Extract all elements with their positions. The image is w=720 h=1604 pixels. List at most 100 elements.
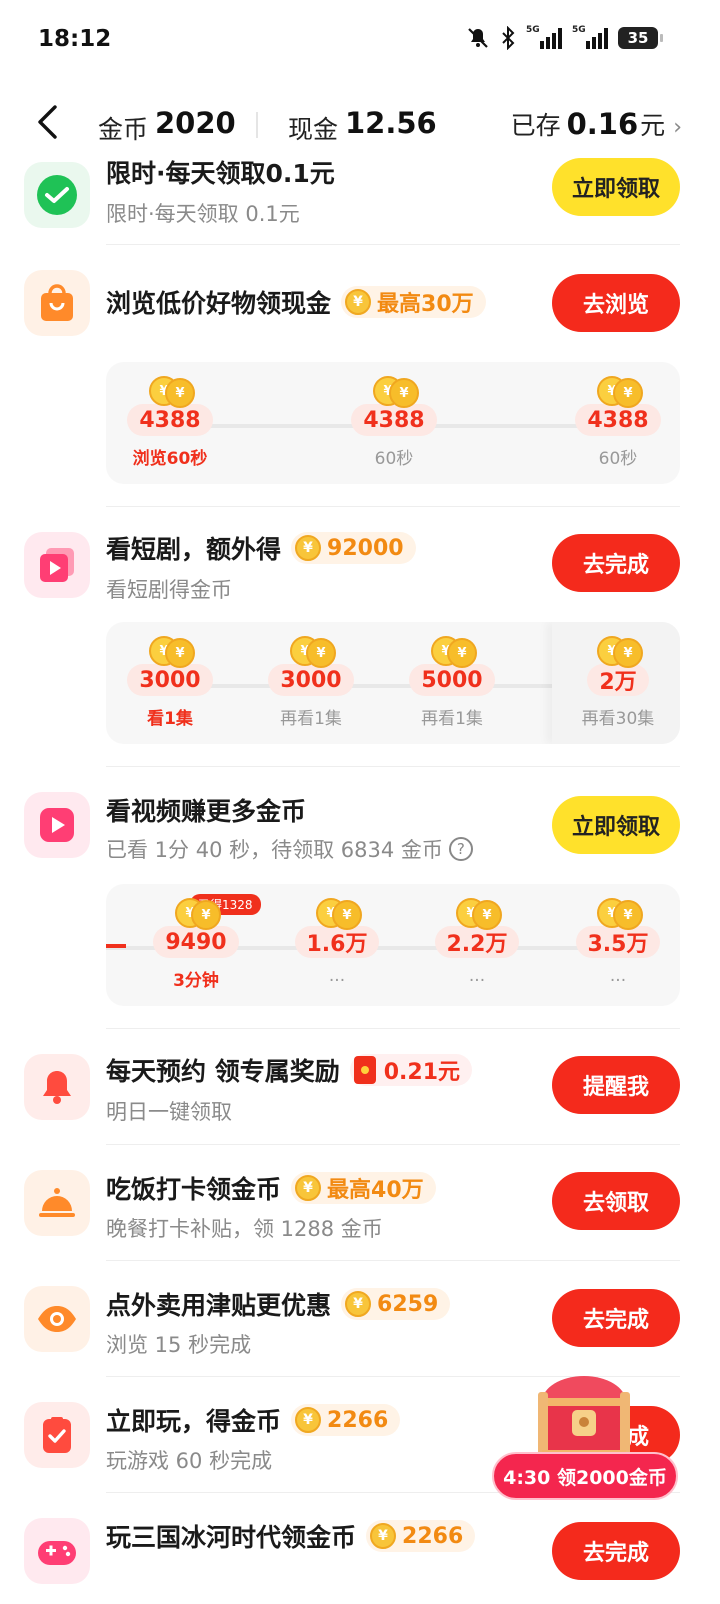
task-title-row: 浏览低价好物领现金 ¥ 最高30万 (106, 284, 486, 320)
progress-node: ¥ ¥ 4388 60秒 (349, 374, 439, 469)
coin-icon: ¥ (295, 1407, 322, 1433)
reward-pill: ¥92000 (291, 532, 416, 564)
task-title-row: 玩三国冰河时代领金币 ¥2266 (106, 1518, 476, 1554)
red-envelope-icon (353, 1056, 376, 1084)
task-title-row: 每天预约 领专属奖励 0.21元 (106, 1052, 472, 1088)
task-title: 浏览低价好物领现金 (106, 289, 332, 318)
task-title: 点外卖用津贴更优惠 (106, 1291, 332, 1320)
go-browse-button[interactable]: 去浏览 (552, 274, 680, 332)
task-subtitle: 浏览 15 秒完成 (106, 1333, 252, 1357)
coins-value: 2020 (155, 106, 236, 140)
claim-now-button[interactable]: 立即领取 (552, 158, 680, 216)
coins-icon: ¥ ¥ (450, 896, 504, 930)
progress-panel: ¥ ¥ 3000 看1集 ¥ ¥ 3000 再看1集 ¥ ¥ 5000 再看1集 ¥ ¥… (106, 622, 680, 744)
coins-icon: ¥ ¥ (591, 374, 645, 408)
node-label: 浏览60秒 (132, 449, 208, 469)
node-label: 看1集 (147, 709, 193, 729)
network-type-2: 5G (572, 25, 586, 35)
coins-icon: ¥ ¥ (310, 896, 364, 930)
complete-button[interactable]: 去完成 (552, 1289, 680, 1347)
shopping-bag-icon (24, 270, 90, 336)
reward-pill: ¥6259 (341, 1288, 451, 1320)
header-divider (256, 112, 258, 138)
progress-node: ¥ ¥ 9490 3分钟 (151, 896, 241, 991)
battery-icon: 35 (618, 27, 663, 49)
coin-icon: ¥ (345, 1291, 372, 1317)
progress-fill (106, 944, 126, 948)
reward-amount: 92000 (327, 535, 404, 561)
reward-pill: ¥ 最高40万 (291, 1172, 436, 1204)
complete-button[interactable]: 去完成 (552, 1522, 680, 1580)
reward-pill: 0.21元 (349, 1054, 472, 1086)
eye-icon (24, 1286, 90, 1352)
cash-label: 现金 (288, 115, 339, 144)
back-arrow-icon[interactable] (36, 104, 58, 140)
go-claim-button[interactable]: 去领取 (552, 1172, 680, 1230)
video-play-icon (24, 792, 90, 858)
divider (106, 244, 680, 245)
coin-icon: ¥ (370, 1523, 397, 1549)
coins-icon: ¥ ¥ (143, 374, 197, 408)
claim-now-button[interactable]: 立即领取 (552, 796, 680, 854)
saved-value: 0.16 (566, 107, 639, 141)
status-time: 18:12 (38, 26, 112, 52)
progress-node: ¥ ¥ 5000 再看1集 (407, 634, 497, 729)
node-label: ... (609, 966, 627, 986)
help-icon[interactable]: ? (448, 837, 473, 861)
dining-cloche-icon (24, 1170, 90, 1236)
progress-node: ¥ ¥ 4388 60秒 (573, 374, 663, 469)
treasure-chest-icon[interactable] (528, 1372, 640, 1464)
coins-icon: ¥ ¥ (367, 374, 421, 408)
node-label: ... (328, 966, 346, 986)
task-subtitle: 明日一键领取 (106, 1100, 232, 1124)
progress-node: ¥ ¥ 3.5万 ... (573, 896, 663, 986)
progress-node: ¥ ¥ 3000 看1集 (125, 634, 215, 729)
complete-button[interactable]: 去完成 (552, 534, 680, 592)
task-title-row: 吃饭打卡领金币 ¥ 最高40万 (106, 1170, 436, 1206)
task-subtitle-row: 已看 1分 40 秒，待领取 6834 金币 ? (106, 834, 473, 864)
progress-track (170, 684, 570, 688)
signal-1-icon: 5G (526, 25, 562, 49)
wechat-icon (24, 162, 90, 228)
node-value: 3000 (268, 664, 354, 696)
remind-me-button[interactable]: 提醒我 (552, 1056, 680, 1114)
node-value: 4388 (351, 404, 437, 436)
task-title-row: 点外卖用津贴更优惠 ¥6259 (106, 1286, 451, 1322)
progress-node: ¥ ¥ 2.2万 ... (432, 896, 522, 986)
task-title: 看短剧，额外得 (106, 535, 282, 564)
divider (106, 1028, 680, 1029)
task-subtitle: 已看 1分 40 秒，待领取 6834 金币 (106, 838, 443, 862)
task-subtitle: 晚餐打卡补贴，领 1288 金币 (106, 1217, 383, 1241)
node-value: 4388 (127, 404, 213, 436)
node-label: 3分钟 (173, 971, 219, 991)
divider (106, 1260, 680, 1261)
saved-link[interactable]: 已存 0.16 元 › (511, 106, 682, 142)
node-value: 9490 (153, 926, 239, 958)
task-title: 看视频赚更多金币 (106, 797, 307, 826)
reward-amount: 0.21元 (383, 1060, 460, 1085)
divider (106, 1144, 680, 1145)
task-title: 玩三国冰河时代领金币 (106, 1523, 357, 1552)
node-value: 2.2万 (434, 926, 520, 958)
divider (106, 766, 680, 767)
progress-node: ¥ ¥ 2万 再看30集 (573, 634, 663, 729)
node-label: ... (468, 966, 486, 986)
node-value: 3000 (127, 664, 213, 696)
reward-pill: ¥2266 (291, 1404, 401, 1436)
signal-2-icon: 5G (572, 25, 608, 49)
progress-node: ¥ ¥ 3000 再看1集 (266, 634, 356, 729)
node-label: 60秒 (374, 449, 414, 469)
node-label: 60秒 (598, 449, 638, 469)
reward-amount: 2266 (402, 1523, 464, 1549)
coins-icon: ¥ ¥ (591, 896, 645, 930)
node-value: 1.6万 (294, 926, 380, 958)
status-bar: 18:12 5G 5G 35 (0, 0, 720, 80)
node-value: 3.5万 (575, 926, 661, 958)
task-title: 立即玩，得金币 (106, 1407, 282, 1436)
progress-node: ¥ ¥ 4388 浏览60秒 (125, 374, 215, 469)
countdown-reward-badge[interactable]: 4:30 领2000金币 (492, 1452, 678, 1500)
network-type-1: 5G (526, 25, 540, 35)
task-title: 吃饭打卡领金币 (106, 1175, 282, 1204)
coins-icon: ¥ ¥ (169, 896, 223, 930)
chevron-right-icon: › (673, 115, 682, 140)
